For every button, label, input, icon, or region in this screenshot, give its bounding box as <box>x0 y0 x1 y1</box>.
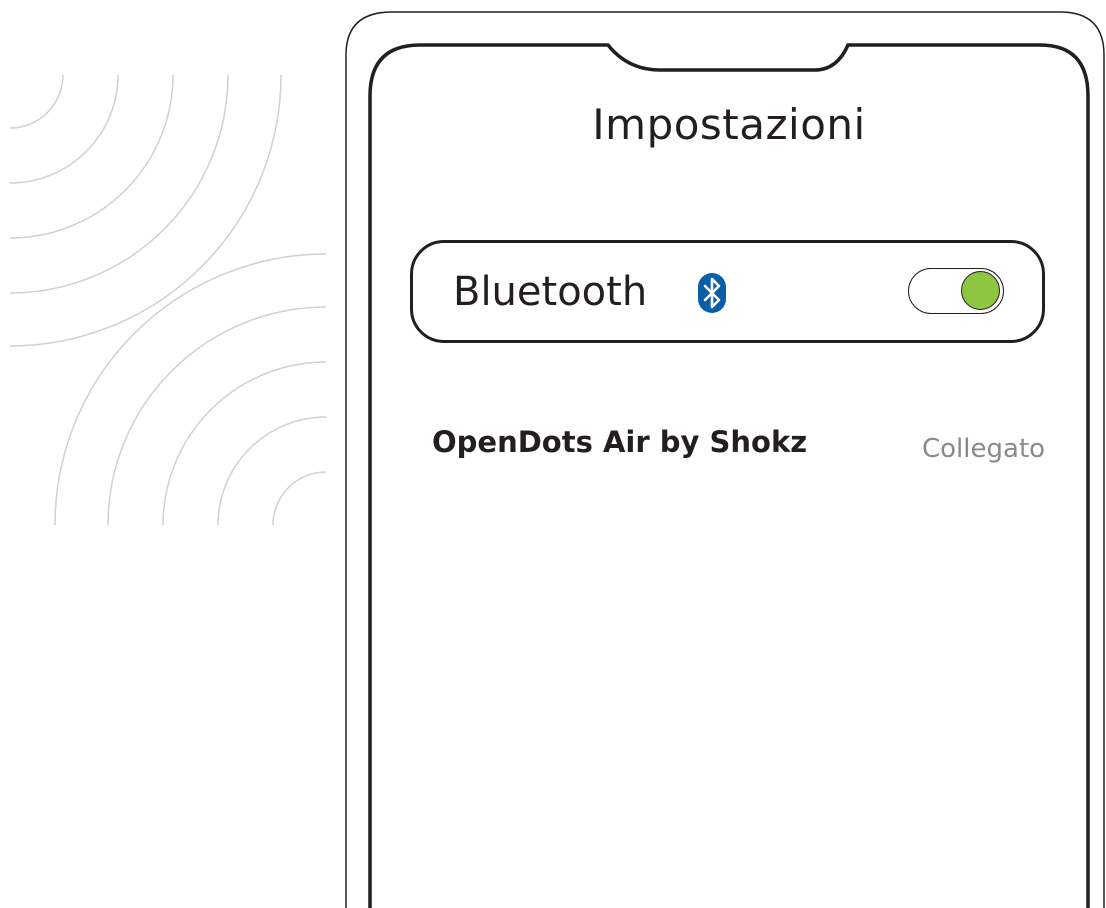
bluetooth-toggle[interactable] <box>908 268 1004 314</box>
device-name[interactable]: OpenDots Air by Shokz <box>432 425 807 459</box>
toggle-knob <box>961 271 1000 310</box>
page-title: Impostazioni <box>592 100 866 149</box>
bluetooth-icon <box>698 273 726 313</box>
device-status: Collegato <box>922 434 1046 464</box>
bluetooth-label: Bluetooth <box>453 269 648 315</box>
bluetooth-setting-row[interactable]: Bluetooth <box>410 240 1045 343</box>
phone-screen-outline <box>368 43 1090 908</box>
